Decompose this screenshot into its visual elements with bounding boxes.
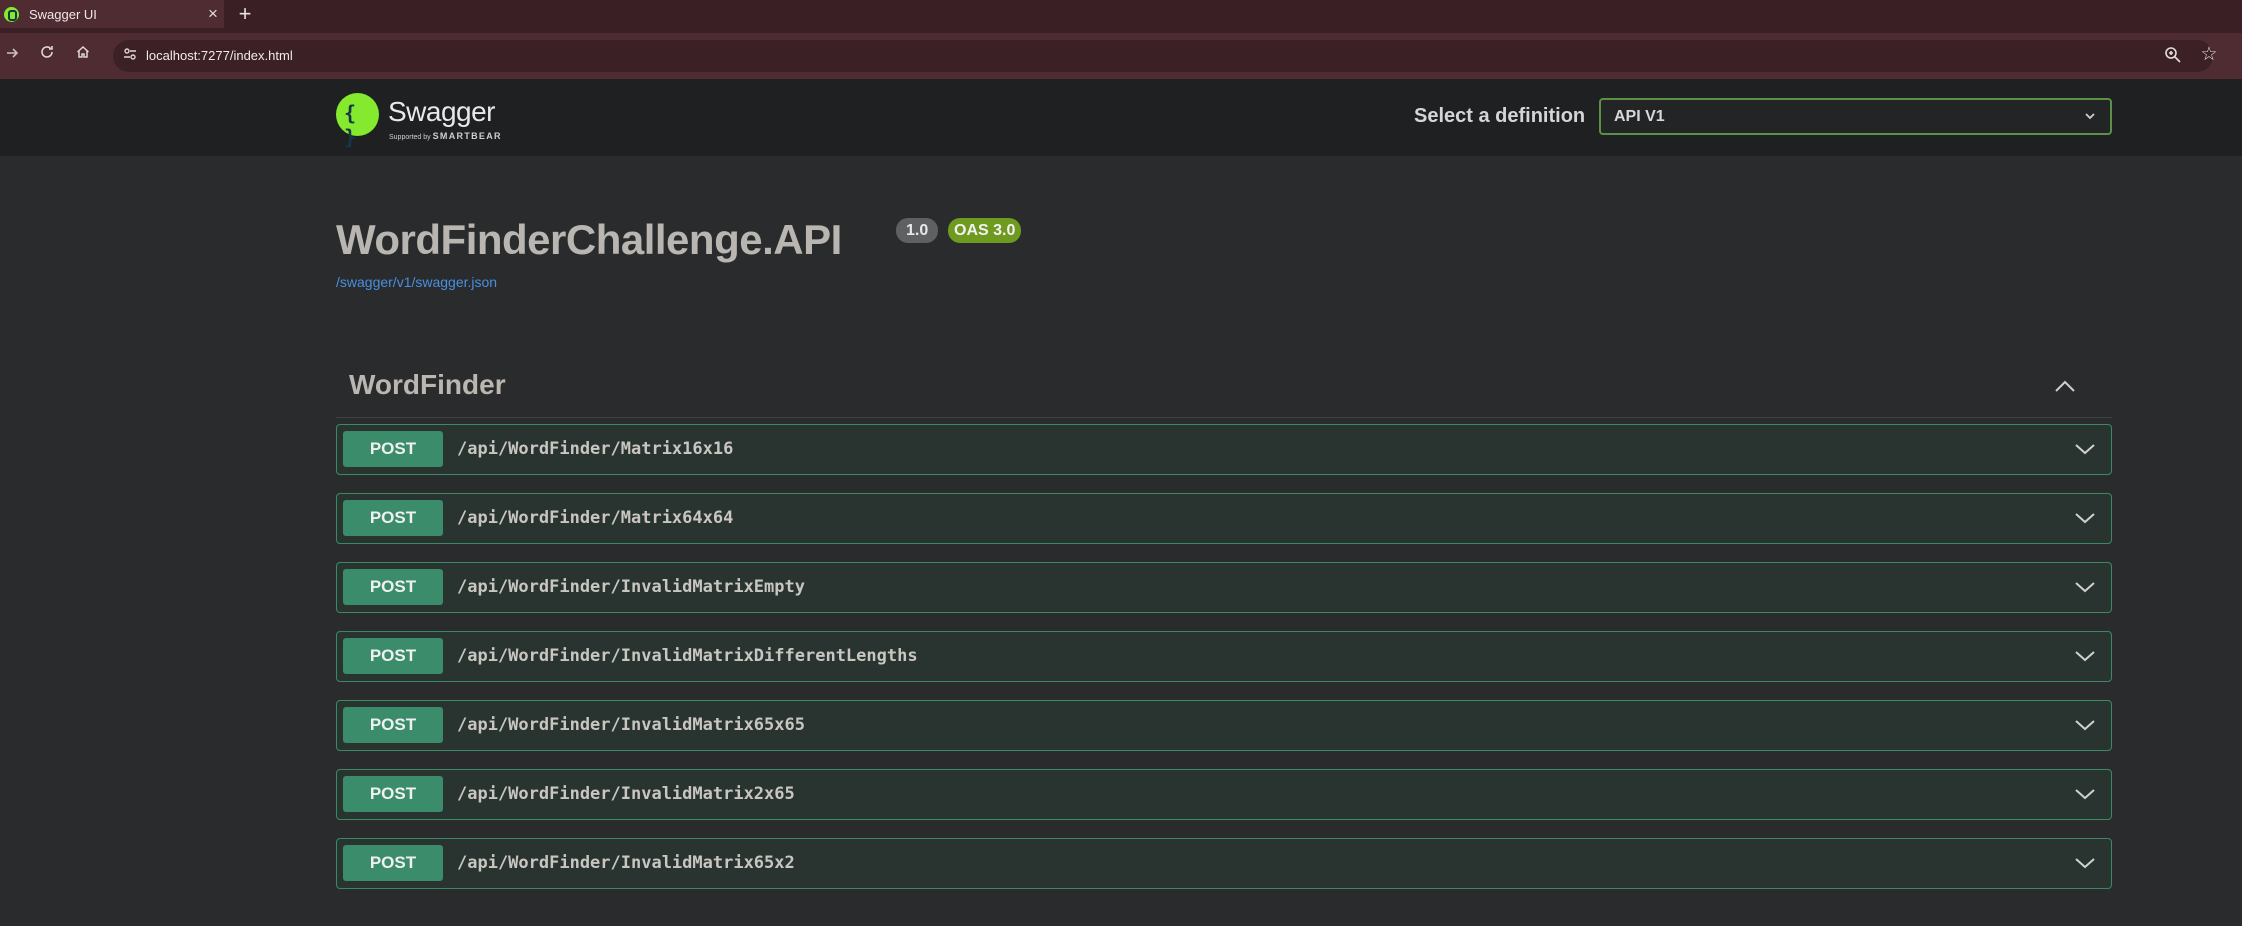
swagger-topbar: Swagger Supported by SMARTBEAR Select a … [0, 79, 2242, 156]
oas-badge: OAS 3.0 [948, 218, 1022, 243]
tag-name: WordFinder [349, 369, 506, 400]
tag-header-wordfinder[interactable]: WordFinder [336, 362, 2112, 418]
operation-row[interactable]: POST /api/WordFinder/Matrix64x64 [336, 493, 2112, 544]
site-info-icon[interactable] [121, 47, 139, 65]
swagger-favicon-icon [4, 6, 19, 22]
version-badge: 1.0 [896, 218, 939, 243]
method-badge: POST [343, 638, 443, 674]
chevron-down-icon[interactable] [2073, 784, 2097, 804]
close-tab-icon[interactable]: × [202, 4, 224, 24]
new-tab-button[interactable]: + [232, 1, 258, 27]
operation-path: /api/WordFinder/InvalidMatrix65x2 [457, 853, 795, 873]
method-badge: POST [343, 569, 443, 605]
method-badge: POST [343, 845, 443, 881]
swagger-logo-icon [336, 93, 379, 149]
operation-row[interactable]: POST /api/WordFinder/InvalidMatrix65x2 [336, 838, 2112, 889]
tab-title: Swagger UI [29, 6, 97, 22]
browser-tab[interactable]: Swagger UI × [0, 0, 224, 28]
operation-row[interactable]: POST /api/WordFinder/InvalidMatrixEmpty [336, 562, 2112, 613]
chevron-down-icon[interactable] [2073, 508, 2097, 528]
operations-list: POST /api/WordFinder/Matrix16x16 POST /a… [336, 424, 2112, 907]
method-badge: POST [343, 776, 443, 812]
operation-row[interactable]: POST /api/WordFinder/InvalidMatrix65x65 [336, 700, 2112, 751]
operation-path: /api/WordFinder/InvalidMatrix2x65 [457, 784, 795, 804]
swagger-logo[interactable]: Swagger Supported by SMARTBEAR [336, 93, 516, 149]
operation-path: /api/WordFinder/InvalidMatrix65x65 [457, 715, 805, 735]
method-badge: POST [343, 500, 443, 536]
chevron-up-icon[interactable] [2052, 374, 2078, 400]
chevron-down-icon[interactable] [2073, 715, 2097, 735]
chevron-down-icon[interactable] [2073, 577, 2097, 597]
operation-path: /api/WordFinder/Matrix64x64 [457, 508, 734, 528]
browser-tab-bar: Swagger UI × + [0, 0, 2242, 33]
operation-path: /api/WordFinder/Matrix16x16 [457, 439, 734, 459]
operation-path: /api/WordFinder/InvalidMatrixDifferentLe… [457, 646, 918, 666]
chevron-down-icon[interactable] [2073, 853, 2097, 873]
api-title: WordFinderChallenge.API [336, 216, 842, 263]
definition-select[interactable]: API V1 [1599, 98, 2112, 135]
address-bar[interactable]: localhost:7277/index.html [113, 40, 2213, 72]
url-text: localhost:7277/index.html [146, 48, 293, 63]
logo-name: Swagger [388, 96, 496, 127]
definition-label: Select a definition [1414, 105, 1586, 127]
chevron-down-icon[interactable] [2073, 439, 2097, 459]
home-icon[interactable] [71, 44, 95, 68]
definition-value: API V1 [1614, 108, 1665, 125]
operation-row[interactable]: POST /api/WordFinder/InvalidMatrix2x65 [336, 769, 2112, 820]
reload-icon[interactable] [35, 44, 59, 68]
spec-json-link[interactable]: /swagger/v1/swagger.json [336, 274, 497, 290]
chevron-down-icon[interactable] [2073, 646, 2097, 666]
forward-icon[interactable] [0, 44, 24, 68]
operation-path: /api/WordFinder/InvalidMatrixEmpty [457, 577, 805, 597]
method-badge: POST [343, 431, 443, 467]
bookmark-star-icon[interactable]: ☆ [2196, 42, 2222, 68]
logo-subtitle: Supported by SMARTBEAR [389, 131, 502, 141]
operation-row[interactable]: POST /api/WordFinder/InvalidMatrixDiffer… [336, 631, 2112, 682]
chevron-down-icon [2085, 113, 2095, 120]
zoom-icon[interactable] [2160, 42, 2186, 68]
method-badge: POST [343, 707, 443, 743]
browser-toolbar: localhost:7277/index.html ☆ [0, 33, 2242, 79]
operation-row[interactable]: POST /api/WordFinder/Matrix16x16 [336, 424, 2112, 475]
